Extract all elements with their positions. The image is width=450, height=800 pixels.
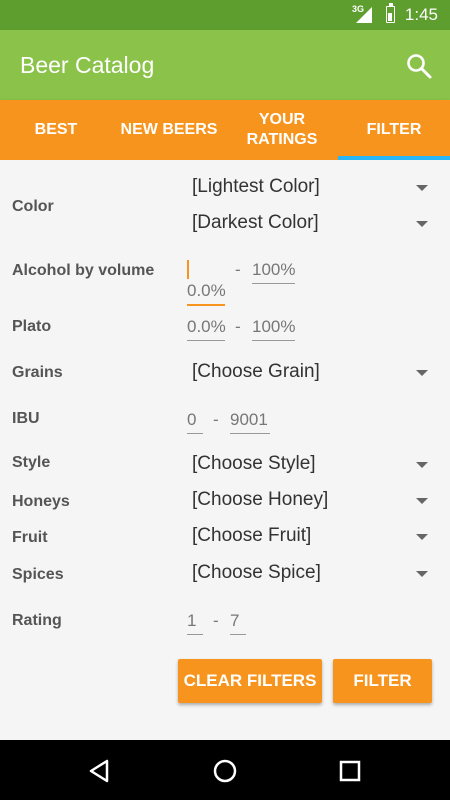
tab-label: FILTER <box>366 121 422 138</box>
grain-dropdown[interactable]: [Choose Grain] <box>190 358 430 388</box>
plato-label: Plato <box>12 318 52 335</box>
rating-label: Rating <box>12 612 62 629</box>
spices-label: Spices <box>12 566 64 583</box>
ibu-max-value: 9001 <box>230 410 268 429</box>
style-label: Style <box>12 454 51 471</box>
app-title: Beer Catalog <box>20 52 155 78</box>
tab-filter[interactable]: FILTER <box>338 100 450 160</box>
dropdown-arrow-icon <box>416 498 428 504</box>
signal-icon <box>356 7 372 23</box>
tab-bar: BEST NEW BEERS YOUR RATINGS FILTER <box>0 100 450 160</box>
ibu-min-field[interactable]: 0 <box>187 410 203 434</box>
plato-min-value: 0.0% <box>187 317 226 336</box>
spice-dropdown[interactable]: [Choose Spice] <box>190 559 430 589</box>
search-icon[interactable] <box>405 52 433 80</box>
abv-label: Alcohol by volume <box>12 262 155 279</box>
range-separator: - <box>213 410 219 429</box>
honey-value: [Choose Honey] <box>192 489 329 510</box>
dropdown-arrow-icon <box>416 534 428 540</box>
spice-value: [Choose Spice] <box>192 562 321 583</box>
clock: 1:45 <box>404 5 438 24</box>
range-separator: - <box>235 260 241 279</box>
abv-max-value: 100% <box>252 260 296 279</box>
honeys-label: Honeys <box>12 493 70 510</box>
abv-min-value: 0.0% <box>187 281 226 300</box>
range-separator: - <box>213 611 219 630</box>
grains-label: Grains <box>12 364 63 381</box>
battery-icon <box>386 3 395 23</box>
dropdown-arrow-icon <box>416 370 428 376</box>
fruit-label: Fruit <box>12 529 48 546</box>
lightest-color-dropdown[interactable]: [Lightest Color] <box>190 173 430 203</box>
plato-min-field[interactable]: 0.0% <box>187 317 226 341</box>
rating-min-field[interactable]: 1 <box>187 611 203 635</box>
clear-filters-label: CLEAR FILTERS <box>183 671 317 690</box>
back-icon[interactable] <box>85 756 115 786</box>
lightest-color-value: [Lightest Color] <box>192 176 320 197</box>
filter-button-label: FILTER <box>353 671 412 690</box>
fruit-value: [Choose Fruit] <box>192 525 312 546</box>
honey-dropdown[interactable]: [Choose Honey] <box>190 486 430 516</box>
filter-button[interactable]: FILTER <box>333 659 432 703</box>
tab-new-beers[interactable]: NEW BEERS <box>112 100 226 160</box>
plato-max-value: 100% <box>252 317 296 336</box>
dropdown-arrow-icon <box>416 571 428 577</box>
clear-filters-button[interactable]: CLEAR FILTERS <box>178 659 322 703</box>
navigation-bar <box>0 740 450 800</box>
home-icon[interactable] <box>210 756 240 786</box>
color-label: Color <box>12 198 54 215</box>
abv-min-field[interactable]: 0.0% <box>187 260 226 306</box>
text-caret <box>187 260 189 279</box>
style-value: [Choose Style] <box>192 453 316 474</box>
tab-label: YOUR RATINGS <box>246 111 318 148</box>
ibu-min-value: 0 <box>187 410 197 429</box>
dropdown-arrow-icon <box>416 462 428 468</box>
style-dropdown[interactable]: [Choose Style] <box>190 450 430 480</box>
tab-label: NEW BEERS <box>120 121 218 138</box>
dropdown-arrow-icon <box>416 221 428 227</box>
status-bar: 3G 1:45 <box>0 0 450 30</box>
ibu-max-field[interactable]: 9001 <box>230 410 270 434</box>
filter-form: Color [Lightest Color] [Darkest Color] A… <box>0 160 450 740</box>
fruit-dropdown[interactable]: [Choose Fruit] <box>190 522 430 552</box>
dropdown-arrow-icon <box>416 185 428 191</box>
tab-label: BEST <box>34 121 78 138</box>
darkest-color-dropdown[interactable]: [Darkest Color] <box>190 209 430 239</box>
recents-icon[interactable] <box>335 756 365 786</box>
tab-your-ratings[interactable]: YOUR RATINGS <box>226 100 338 160</box>
ibu-label: IBU <box>12 410 40 427</box>
app-bar: Beer Catalog <box>0 30 450 100</box>
range-separator: - <box>235 317 241 336</box>
rating-max-field[interactable]: 7 <box>230 611 246 635</box>
darkest-color-value: [Darkest Color] <box>192 212 319 233</box>
tab-best[interactable]: BEST <box>0 100 112 160</box>
rating-max-value: 7 <box>230 611 240 630</box>
rating-min-value: 1 <box>187 611 197 630</box>
abv-max-field[interactable]: 100% <box>252 260 295 284</box>
grain-value: [Choose Grain] <box>192 361 320 382</box>
plato-max-field[interactable]: 100% <box>252 317 295 341</box>
